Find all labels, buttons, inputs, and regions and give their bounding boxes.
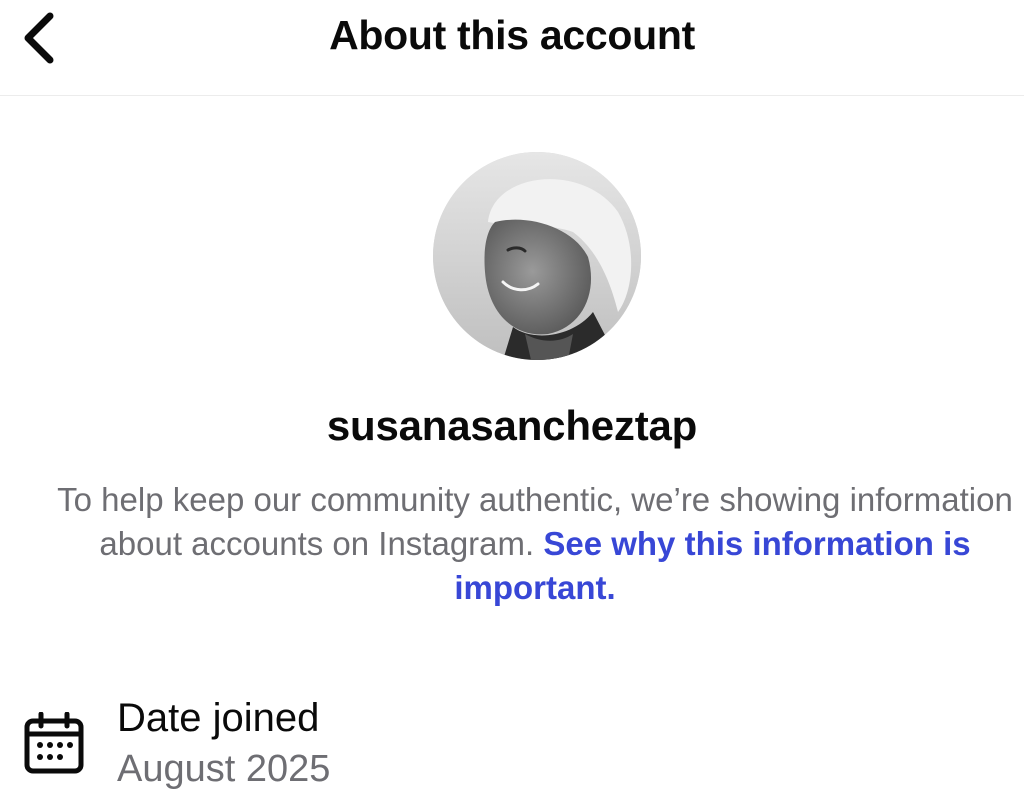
page-title: About this account <box>329 12 695 58</box>
authenticity-notice: To help keep our community authentic, we… <box>50 478 1020 610</box>
date-joined-value: August 2025 <box>117 748 331 790</box>
calendar-icon <box>24 712 84 774</box>
date-joined-row: Date joined August 2025 <box>0 692 1024 799</box>
top-bar: About this account <box>0 0 1024 96</box>
avatar <box>433 152 641 360</box>
date-joined-label: Date joined <box>117 696 320 740</box>
username: susanasancheztap <box>326 402 698 449</box>
